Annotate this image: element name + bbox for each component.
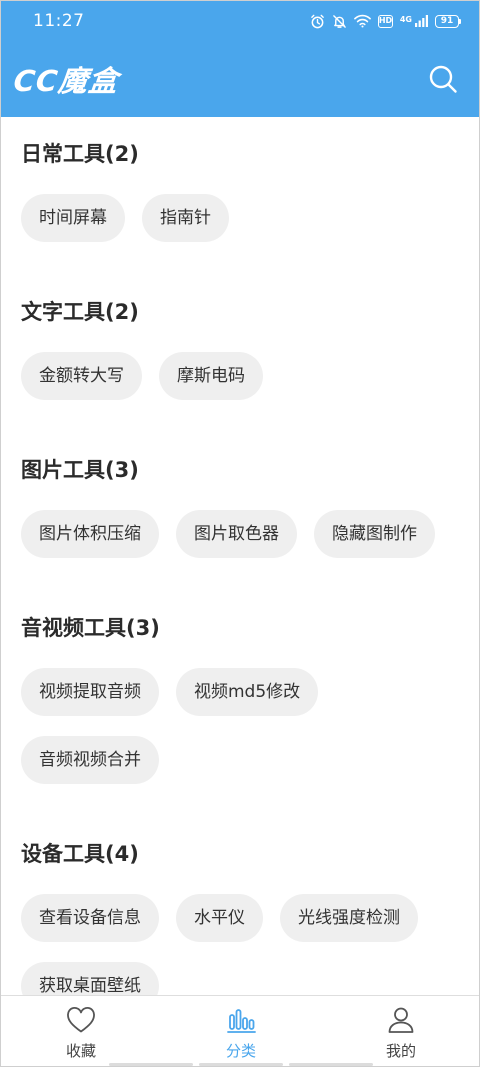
tool-chip-group: 金额转大写 摩斯电码 [21,352,461,400]
category-section: 设备工具(4) 查看设备信息 水平仪 光线强度检测获取桌面壁纸 [1,839,479,995]
nav-profile-label: 我的 [385,1042,416,1060]
tool-chip[interactable]: 查看设备信息 [21,894,159,942]
bottom-nav: 收藏 分类 我的 [1,995,479,1066]
tool-chip[interactable]: 图片取色器 [176,510,297,558]
status-icons: HD 4G 91 [310,14,461,29]
section-title: 文字工具(2) [21,300,139,324]
tool-chip[interactable]: 指南针 [142,194,229,242]
user-icon [388,1007,414,1033]
app-screen: 11:27 HD 4G 91 CC魔盒 日常工具(2) 时间屏幕 指南针 文字工… [0,0,480,1067]
nav-favorites-label: 收藏 [65,1042,96,1060]
category-section: 文字工具(2) 金额转大写 摩斯电码 [1,297,479,400]
tool-chip-group: 图片体积压缩 图片取色器 隐藏图制作 [21,510,461,558]
section-title: 日常工具(2) [21,142,139,166]
section-title: 图片工具(3) [21,458,139,482]
search-icon [429,65,457,93]
section-title: 设备工具(4) [21,842,139,866]
tool-chip-group: 查看设备信息 水平仪 光线强度检测获取桌面壁纸 [21,894,461,995]
bar-chart-icon [227,1009,256,1033]
nav-categories-label: 分类 [225,1042,256,1060]
tool-chip[interactable]: 音频视频合并 [21,736,159,784]
tool-chip[interactable]: 摩斯电码 [159,352,263,400]
nav-favorites[interactable]: 收藏 [1,996,161,1066]
app-logo: CC魔盒 [12,64,121,98]
battery-icon: 91 [435,14,461,28]
wifi-icon [354,14,371,28]
category-section: 音视频工具(3) 视频提取音频 视频md5修改 音频视频合并 [1,613,479,784]
category-section: 图片工具(3) 图片体积压缩 图片取色器 隐藏图制作 [1,455,479,558]
tool-chip[interactable]: 时间屏幕 [21,194,125,242]
heart-icon [67,1007,95,1033]
tool-chip[interactable]: 金额转大写 [21,352,142,400]
tool-chip[interactable]: 图片体积压缩 [21,510,159,558]
hd-icon: HD [377,14,393,28]
tool-chip[interactable]: 水平仪 [176,894,263,942]
tool-chip-group: 视频提取音频 视频md5修改 音频视频合并 [21,668,461,784]
alarm-icon [311,14,324,28]
category-section: 日常工具(2) 时间屏幕 指南针 [1,117,479,242]
battery-level: 91 [435,14,459,28]
tool-chip[interactable]: 隐藏图制作 [314,510,435,558]
app-bar: CC魔盒 [1,41,479,117]
search-button[interactable] [425,61,461,97]
signal-icon [415,15,428,27]
tool-chip[interactable]: 光线强度检测 [280,894,418,942]
status-bar: 11:27 HD 4G 91 [1,1,479,41]
tool-chip[interactable]: 视频md5修改 [176,668,319,716]
network-type: 4G [399,14,412,24]
gesture-bar [109,1063,373,1066]
section-title: 音视频工具(3) [21,616,160,640]
category-list[interactable]: 日常工具(2) 时间屏幕 指南针文字工具(2) 金额转大写 摩斯电码图片工具(3) 图片体… [1,117,479,995]
nav-profile[interactable]: 我的 [321,996,479,1066]
mute-bell-icon [333,14,346,28]
header: 11:27 HD 4G 91 CC魔盒 [1,1,479,117]
status-time: 11:27 [33,11,85,31]
tool-chip[interactable]: 视频提取音频 [21,668,159,716]
nav-categories[interactable]: 分类 [161,996,321,1066]
tool-chip[interactable]: 获取桌面壁纸 [21,962,159,995]
tool-chip-group: 时间屏幕 指南针 [21,194,461,242]
